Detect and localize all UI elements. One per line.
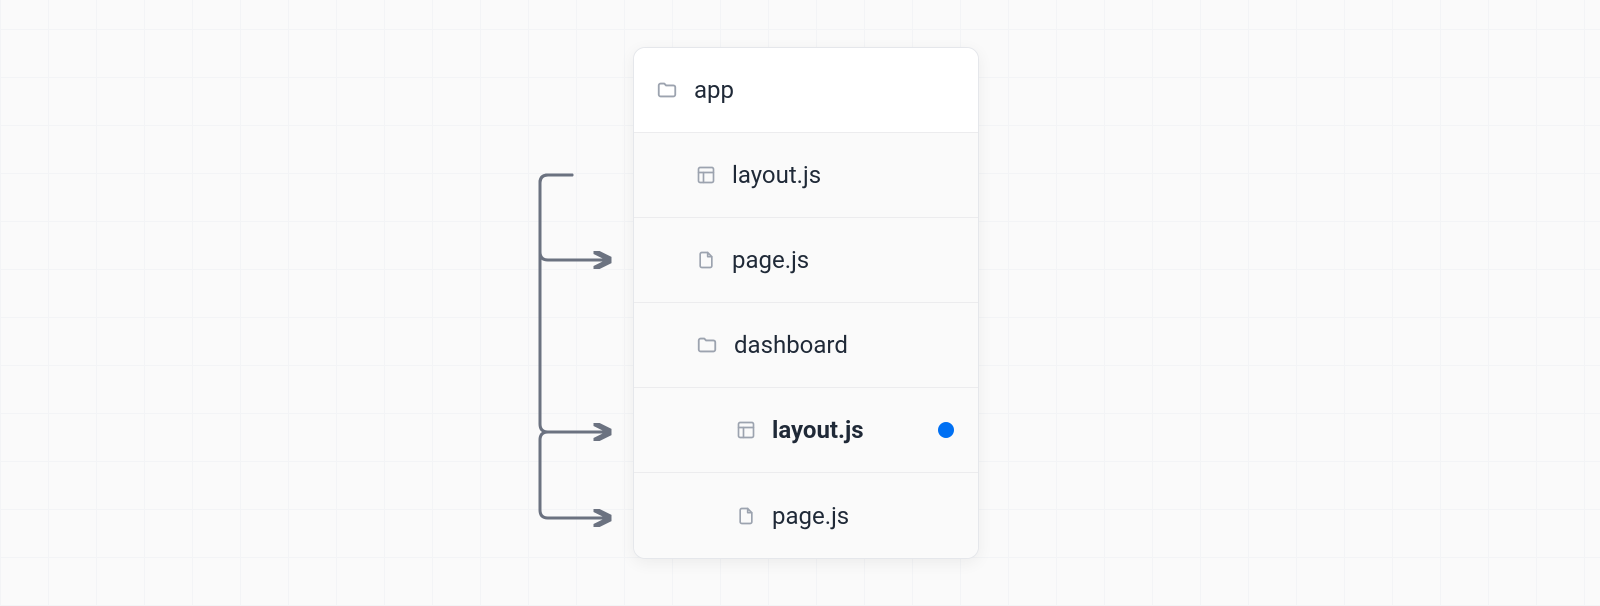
tree-item-layout[interactable]: layout.js (634, 133, 978, 218)
tree-item-label: dashboard (734, 331, 978, 359)
file-tree-panel: app layout.js page.js dashboard layout.j… (633, 47, 979, 559)
file-icon (696, 250, 716, 270)
tree-root[interactable]: app (634, 48, 978, 133)
tree-item-label: page.js (772, 502, 978, 530)
tree-item-dashboard-layout[interactable]: layout.js (634, 388, 978, 473)
tree-item-dashboard-page[interactable]: page.js (634, 473, 978, 558)
tree-item-label: page.js (732, 246, 978, 274)
active-indicator-icon (938, 422, 954, 438)
tree-item-page[interactable]: page.js (634, 218, 978, 303)
file-icon (736, 506, 756, 526)
layout-icon (696, 165, 716, 185)
folder-icon (696, 334, 718, 356)
tree-item-label: layout.js (772, 416, 922, 444)
tree-item-label: layout.js (732, 161, 978, 189)
layout-icon (736, 420, 756, 440)
tree-root-label: app (694, 76, 978, 104)
tree-item-dashboard[interactable]: dashboard (634, 303, 978, 388)
folder-icon (656, 79, 678, 101)
